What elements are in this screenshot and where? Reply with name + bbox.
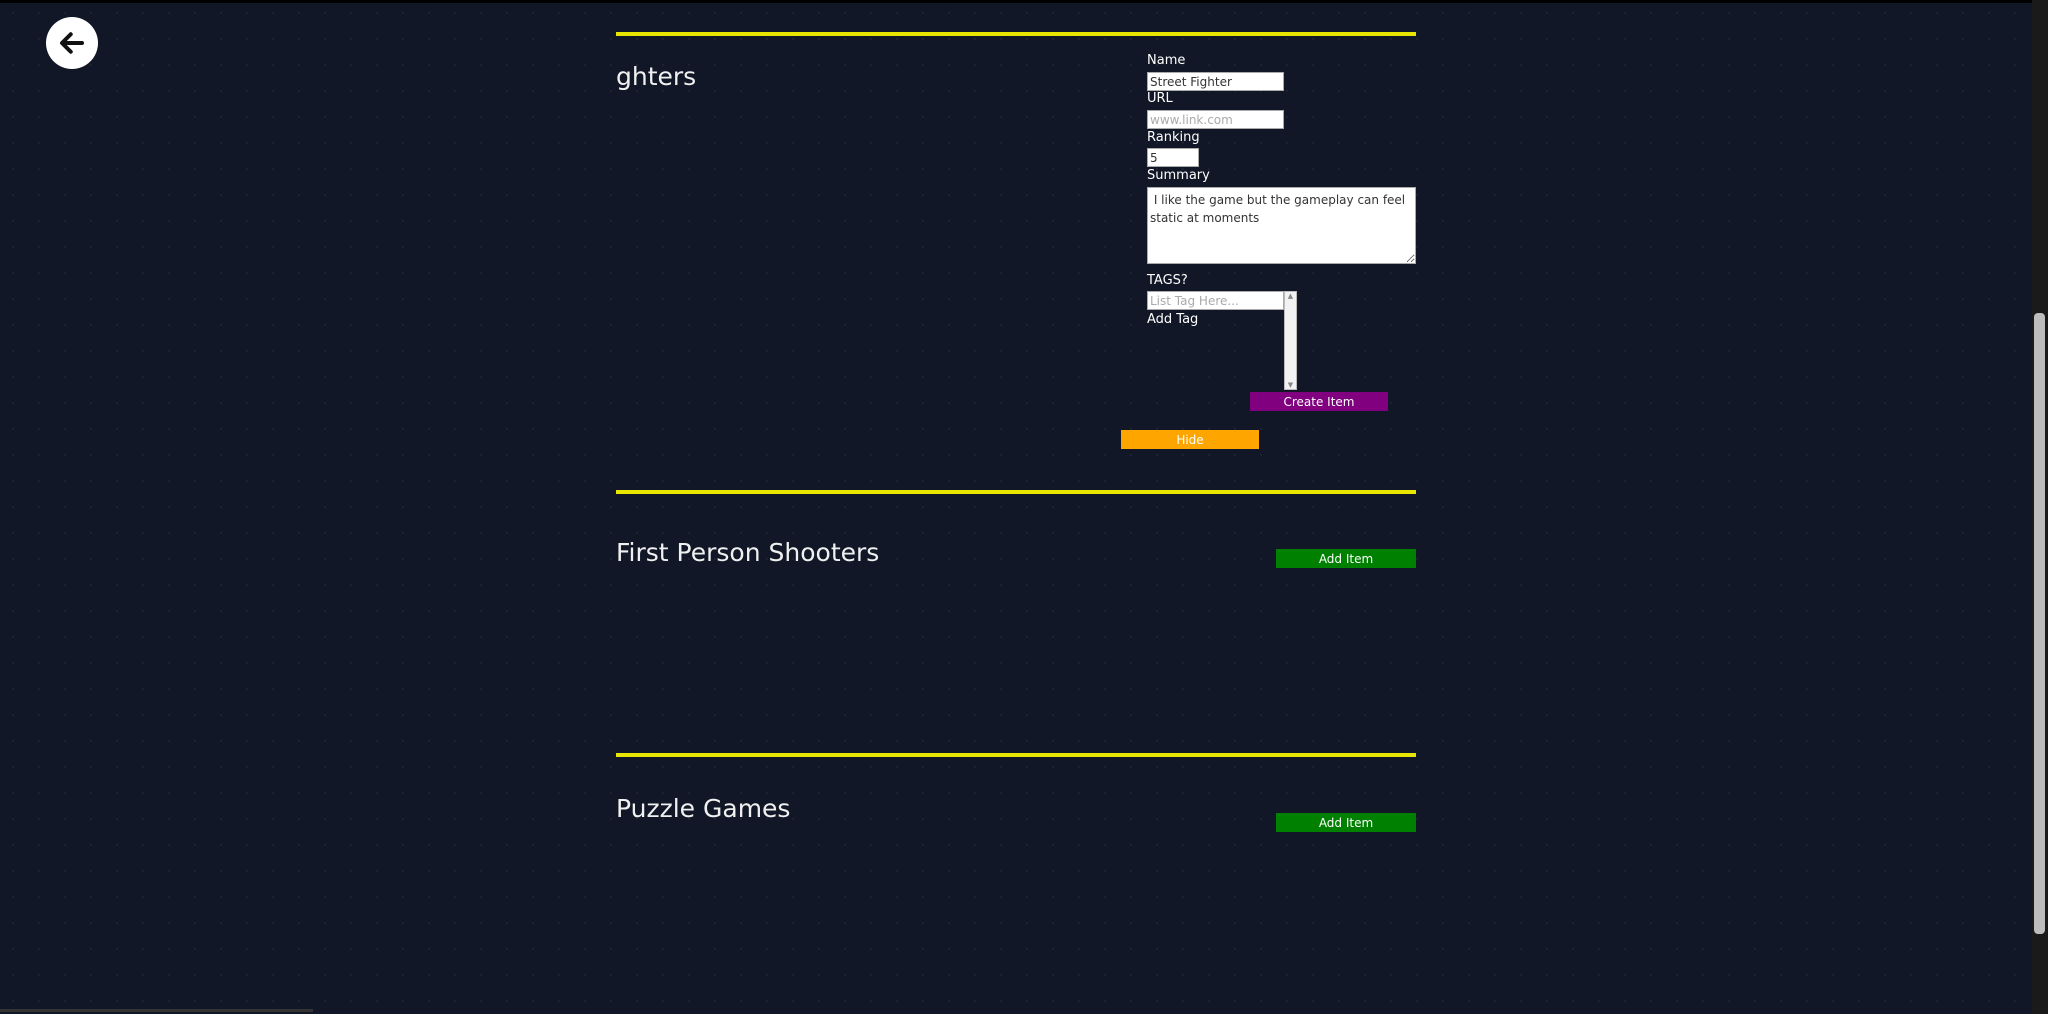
add-tag-button[interactable]: Add Tag <box>1147 312 1198 327</box>
ranking-input[interactable] <box>1147 148 1199 167</box>
summary-textarea[interactable] <box>1147 187 1416 264</box>
scroll-down-icon[interactable]: ▼ <box>1285 381 1296 389</box>
section-title: Puzzle Games <box>616 794 791 823</box>
name-label: Name <box>1147 53 1186 68</box>
top-bar <box>0 0 2048 3</box>
bottom-bar <box>0 1009 313 1012</box>
summary-label: Summary <box>1147 168 1210 183</box>
tags-label: TAGS? <box>1147 273 1188 288</box>
scroll-up-icon[interactable]: ▲ <box>1285 292 1296 300</box>
add-item-button[interactable]: Add Item <box>1276 813 1416 832</box>
arrow-left-icon <box>60 32 84 54</box>
ranking-label: Ranking <box>1147 130 1200 145</box>
url-input[interactable] <box>1147 110 1284 129</box>
tags-listbox[interactable]: ▲ ▼ <box>1284 291 1297 390</box>
url-label: URL <box>1147 91 1173 106</box>
create-item-button[interactable]: Create Item <box>1250 392 1388 411</box>
add-item-button[interactable]: Add Item <box>1276 549 1416 568</box>
name-input[interactable] <box>1147 72 1284 91</box>
section-title-clip: ghters <box>616 62 916 102</box>
section-divider <box>616 490 1416 494</box>
tag-input[interactable] <box>1147 291 1284 310</box>
section-title: ghters <box>616 62 697 91</box>
section-divider <box>616 32 1416 36</box>
section-title: First Person Shooters <box>616 538 880 567</box>
section-divider <box>616 753 1416 757</box>
scrollbar-thumb[interactable] <box>2034 313 2045 934</box>
hide-button[interactable]: Hide <box>1121 430 1259 449</box>
back-button[interactable] <box>46 17 98 69</box>
